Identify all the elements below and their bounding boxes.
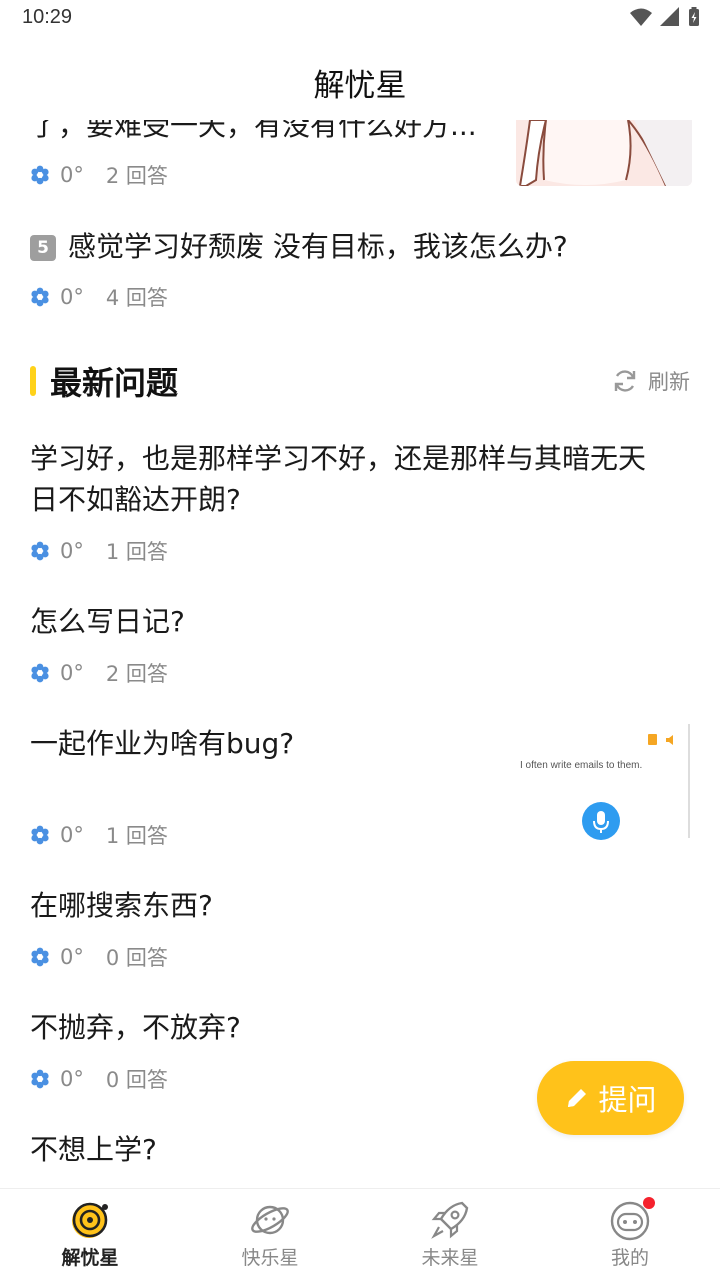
- worry-planet-icon: [69, 1199, 111, 1241]
- answer-count: 1 回答: [105, 540, 168, 564]
- question-meta: 0° 0 回答: [30, 942, 168, 972]
- question-title: 在哪搜索东西?: [30, 889, 213, 922]
- question-meta: 0° 2 回答: [30, 160, 168, 190]
- page-title: 解忧星: [313, 68, 407, 104]
- answer-count: 0 回答: [105, 1068, 168, 1092]
- tab-label: 快乐星: [241, 1247, 299, 1269]
- tab-happy-planet[interactable]: 快乐星: [180, 1189, 360, 1280]
- battery-charging-icon: [689, 7, 699, 26]
- refresh-icon: [614, 370, 636, 392]
- question-thumbnail: I often write emails to them.: [516, 724, 690, 840]
- microphone-icon: [582, 802, 620, 840]
- degree-value: 0°: [60, 163, 84, 187]
- question-title: 怎么写日记?: [30, 605, 185, 638]
- question-title: 了，要难受一天，有没有什么好方...: [30, 120, 477, 142]
- degree-value: 0°: [60, 823, 84, 847]
- snowflake-star-icon: [31, 287, 49, 307]
- question-meta: 0° 4 回答: [30, 282, 168, 312]
- snowflake-star-icon: [31, 541, 49, 561]
- tab-worry-planet[interactable]: 解忧星: [0, 1189, 180, 1280]
- question-title: 不想上学?: [30, 1133, 157, 1166]
- degree-value: 0°: [60, 285, 84, 309]
- degree-value: 0°: [60, 945, 84, 969]
- snowflake-star-icon: [31, 663, 49, 683]
- question-feed[interactable]: 了，要难受一天，有没有什么好方... 0° 2 回答 5 感觉学习好颓废 没有目标…: [0, 120, 720, 1188]
- snowflake-star-icon: [31, 1069, 49, 1089]
- rank-badge: 5: [30, 235, 56, 261]
- question-title: 学习好，也是那样学习不好，还是那样与其暗无天: [30, 442, 647, 475]
- question-meta: 0° 0 回答: [30, 1064, 168, 1094]
- note-icon: [648, 734, 657, 745]
- section-accent-bar: [30, 366, 36, 396]
- status-time: 10:29: [22, 6, 73, 28]
- tab-label: 我的: [610, 1247, 649, 1269]
- question-meta: 0° 1 回答: [30, 536, 168, 566]
- status-bar: 10:29: [0, 0, 720, 38]
- ask-question-label: 提问: [598, 1083, 657, 1117]
- robot-avatar-icon: [609, 1197, 655, 1241]
- tab-label: 未来星: [421, 1247, 479, 1269]
- question-thumbnail: [516, 120, 692, 186]
- status-icons: [630, 7, 700, 27]
- tab-future-planet[interactable]: 未来星: [360, 1189, 540, 1280]
- title-bar: 解忧星: [0, 38, 720, 120]
- tab-label: 解忧星: [61, 1247, 119, 1269]
- question-meta: 0° 1 回答: [30, 820, 168, 850]
- snowflake-star-icon: [31, 165, 49, 185]
- answer-count: 1 回答: [105, 824, 168, 848]
- degree-value: 0°: [60, 661, 84, 685]
- question-meta: 0° 2 回答: [30, 658, 168, 688]
- question-title: 感觉学习好颓废 没有目标，我该怎么办?: [68, 230, 568, 263]
- ask-question-button[interactable]: 提问: [537, 1061, 684, 1135]
- question-title-continued: 日不如豁达开朗?: [30, 483, 241, 516]
- degree-value: 0°: [60, 539, 84, 563]
- answer-count: 2 回答: [105, 662, 168, 686]
- section-title: 最新问题: [50, 364, 179, 402]
- degree-value: 0°: [60, 1067, 84, 1091]
- answer-count: 4 回答: [105, 286, 168, 310]
- question-title: 一起作业为啥有bug?: [30, 727, 295, 760]
- snowflake-star-icon: [31, 947, 49, 967]
- thumbnail-caption: I often write emails to them.: [520, 760, 643, 771]
- snowflake-star-icon: [31, 825, 49, 845]
- tab-mine[interactable]: 我的: [540, 1189, 720, 1280]
- refresh-button[interactable]: 刷新: [612, 366, 690, 396]
- notification-dot: [643, 1197, 655, 1209]
- speaker-icon: [666, 735, 673, 745]
- wifi-icon: [630, 8, 652, 26]
- answer-count: 0 回答: [105, 946, 168, 970]
- question-title: 不抛弃，不放弃?: [30, 1011, 241, 1044]
- refresh-label: 刷新: [648, 370, 690, 394]
- happy-planet-icon: [249, 1199, 291, 1241]
- signal-icon: [660, 7, 679, 26]
- bottom-tab-bar: 解忧星 快乐星 未来星 我的: [0, 1188, 720, 1280]
- rocket-icon: [429, 1199, 471, 1241]
- pencil-icon: [568, 1089, 587, 1107]
- answer-count: 2 回答: [105, 164, 168, 188]
